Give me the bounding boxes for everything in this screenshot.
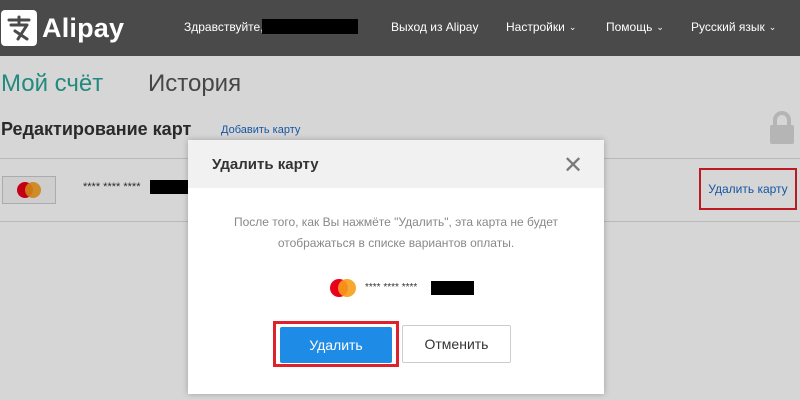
dialog-header: Удалить карту ✕ [188, 140, 604, 188]
redacted-card-digits [431, 281, 474, 295]
delete-button[interactable]: Удалить [280, 327, 392, 363]
dialog-title: Удалить карту [212, 156, 319, 173]
settings-menu[interactable]: Настройки ⌄ [506, 20, 576, 34]
redacted-username [262, 19, 358, 34]
chevron-down-icon: ⌄ [656, 22, 664, 32]
logout-link[interactable]: Выход из Alipay [391, 20, 478, 34]
alipay-logo[interactable]: Alipay [0, 6, 124, 50]
cancel-button[interactable]: Отменить [402, 325, 511, 363]
greeting-text: Здравствуйте, [184, 20, 264, 34]
help-menu[interactable]: Помощь ⌄ [606, 20, 664, 34]
close-icon[interactable]: ✕ [563, 151, 583, 180]
top-nav-bar: Alipay Здравствуйте, Выход из Alipay Нас… [0, 0, 800, 56]
dialog-message: После того, как Вы нажмёте "Удалить", эт… [234, 215, 558, 250]
dialog-card-number-masked: **** **** **** [365, 282, 418, 293]
language-label: Русский язык [691, 20, 765, 34]
language-menu[interactable]: Русский язык ⌄ [691, 20, 776, 34]
settings-label: Настройки [506, 20, 565, 34]
chevron-down-icon: ⌄ [568, 22, 577, 32]
help-label: Помощь [606, 20, 653, 34]
alipay-logo-icon [1, 10, 37, 46]
chevron-down-icon: ⌄ [768, 22, 777, 32]
logo-text: Alipay [42, 12, 125, 43]
mastercard-icon [326, 277, 360, 299]
delete-card-dialog: Удалить карту ✕ После того, как Вы нажмё… [188, 140, 604, 394]
